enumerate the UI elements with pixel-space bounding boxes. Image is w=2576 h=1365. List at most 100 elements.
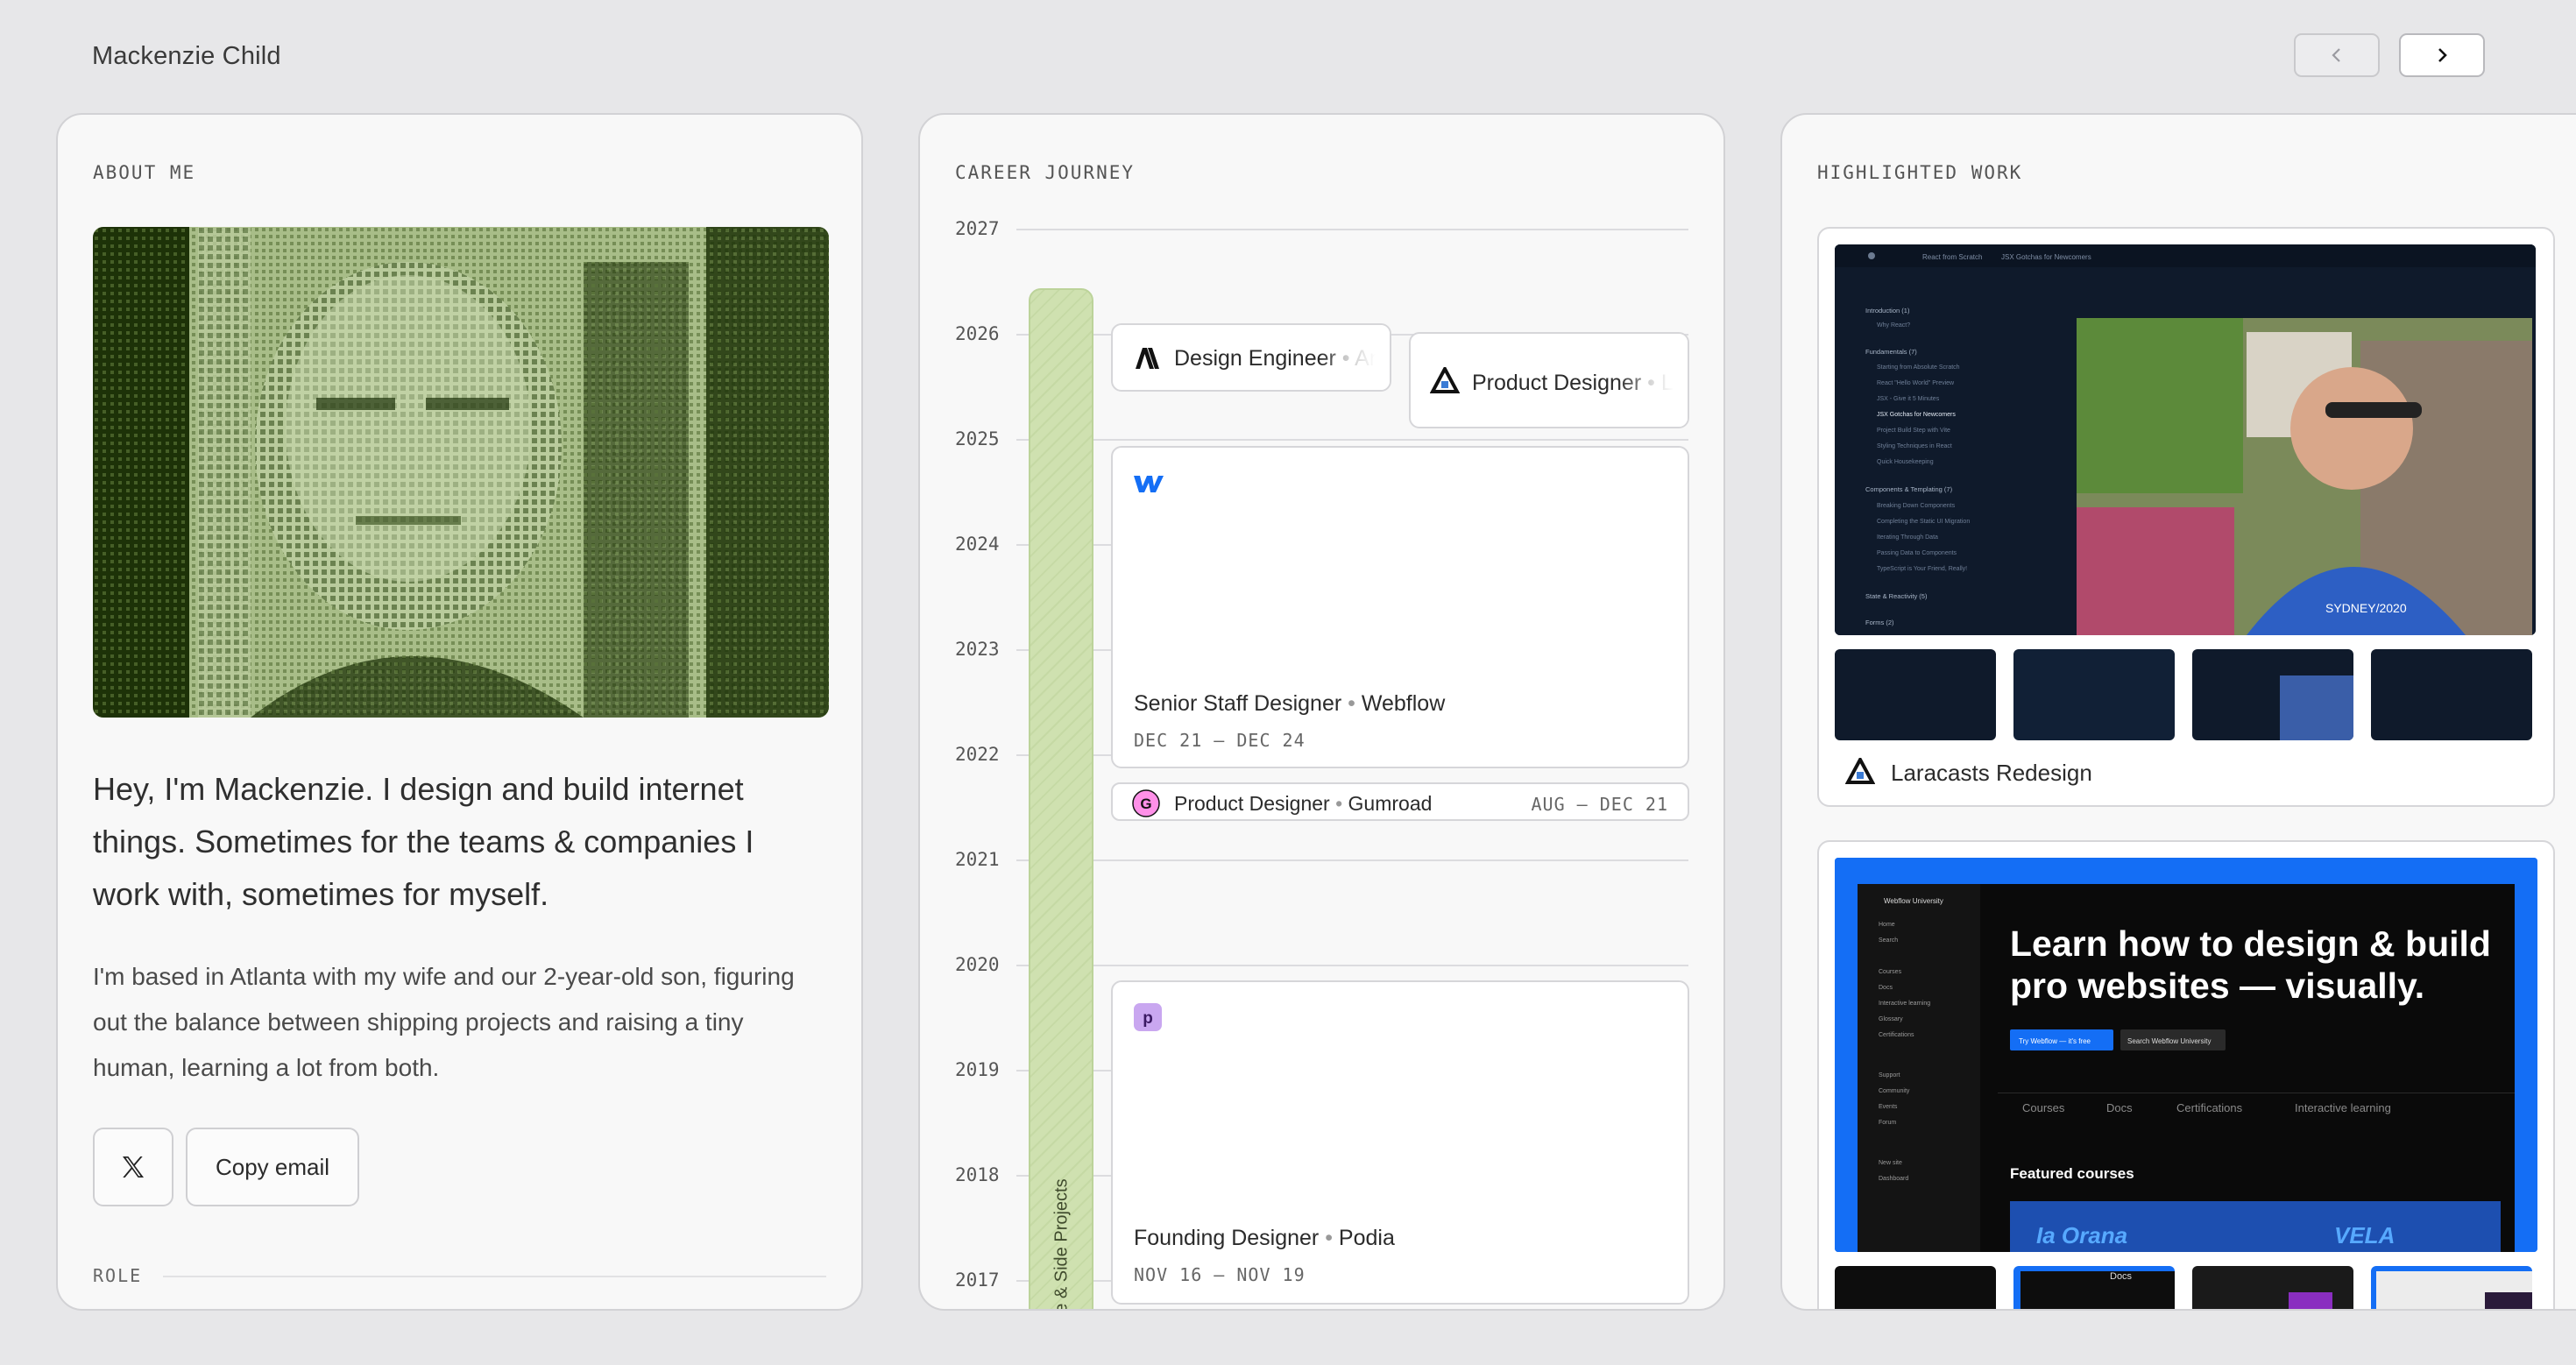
job-podia[interactable]: p Founding Designer • Podia NOV 16 — NOV… bbox=[1111, 980, 1689, 1305]
thumbnail[interactable]: Docs bbox=[2013, 1266, 2175, 1309]
career-title: CAREER JOURNEY bbox=[955, 162, 1136, 183]
job-gumroad[interactable]: G Product Designer • Gumroad AUG — DEC 2… bbox=[1111, 782, 1689, 821]
webflow-tab: Certifications bbox=[2176, 1101, 2243, 1114]
work-title: HIGHLIGHTED WORK bbox=[1817, 162, 2023, 183]
prev-button[interactable] bbox=[2294, 33, 2380, 77]
webflow-nav: Home bbox=[1879, 922, 1895, 928]
thumbnail[interactable] bbox=[2192, 649, 2353, 740]
webflow-nav: Support bbox=[1879, 1072, 1900, 1079]
year-label: 2025 bbox=[955, 428, 1000, 449]
laracasts-lesson: Styling Techniques in React bbox=[1877, 443, 1952, 449]
laracasts-lesson: JSX Gotchas for Newcomers bbox=[1877, 412, 1956, 418]
webflow-headline-1: Learn how to design & build bbox=[2010, 923, 2491, 964]
laracasts-lesson: Breaking Down Components bbox=[1877, 503, 1956, 509]
job-laracasts[interactable]: Product Designer • Laracasts bbox=[1409, 332, 1689, 428]
laracasts-logo-icon bbox=[1845, 758, 1875, 784]
laracasts-section: Components & Templating (7) bbox=[1865, 485, 1953, 493]
laracasts-breadcrumb-1: React from Scratch bbox=[1922, 253, 1982, 261]
chevron-left-icon bbox=[2332, 48, 2340, 62]
webflow-nav: Interactive learning bbox=[1879, 1001, 1930, 1007]
laracasts-logo-icon bbox=[1430, 367, 1460, 393]
webflow-featured: Featured courses bbox=[2010, 1165, 2134, 1182]
intro-text: Hey, I'm Mackenzie. I design and build i… bbox=[93, 771, 754, 912]
webflow-cta-primary: Try Webflow — it's free bbox=[2019, 1037, 2091, 1045]
laracasts-lesson: Iterating Through Data bbox=[1877, 534, 1938, 541]
year-label: 2020 bbox=[955, 954, 1000, 975]
webflow-course-2: VELA bbox=[2334, 1222, 2395, 1248]
webflow-tab: Interactive learning bbox=[2295, 1101, 2391, 1114]
podia-logo-icon: p bbox=[1134, 1003, 1162, 1031]
webflow-nav: Events bbox=[1879, 1104, 1898, 1110]
thumbnail[interactable] bbox=[2371, 1266, 2532, 1309]
year-label: 2026 bbox=[955, 323, 1000, 344]
webflow-tab: Docs bbox=[2106, 1101, 2133, 1114]
webflow-nav: New site bbox=[1879, 1160, 1902, 1166]
about-card: ABOUT ME Hey, I'm Mackenzie. I design an… bbox=[56, 113, 863, 1311]
webflow-nav: Search bbox=[1879, 937, 1898, 944]
job-title: Product Designer • Gumroad bbox=[1174, 792, 1433, 815]
webflow-cta-secondary: Search Webflow University bbox=[2127, 1037, 2211, 1045]
job-title: Senior Staff Designer • Webflow bbox=[1134, 691, 1446, 716]
job-dates: DEC 21 — DEC 24 bbox=[1134, 730, 1306, 751]
role-label: ROLE bbox=[93, 1265, 143, 1286]
laracasts-section: Fundamentals (7) bbox=[1865, 348, 1917, 356]
shirt-text: SYDNEY/2020 bbox=[2325, 601, 2407, 615]
career-card: CAREER JOURNEY 2027 2026 2025 2024 2023 2022 2… bbox=[918, 113, 1725, 1311]
thumbnail[interactable] bbox=[2371, 649, 2532, 740]
work-item-webflow[interactable]: Webflow University Home Search Courses D… bbox=[1817, 840, 2555, 1309]
thumbnail[interactable] bbox=[1835, 649, 1996, 740]
year-label: 2023 bbox=[955, 639, 1000, 660]
year-label: 2018 bbox=[955, 1164, 1000, 1185]
year-gridline bbox=[1016, 229, 1688, 230]
thumbnail-label: Docs bbox=[2110, 1271, 2133, 1282]
webflow-screenshot: Webflow University Home Search Courses D… bbox=[1835, 858, 2537, 1252]
svg-text:p: p bbox=[1143, 1009, 1153, 1028]
webflow-headline-2: pro websites — visually. bbox=[2010, 965, 2424, 1006]
work-card: HIGHLIGHTED WORK React from Scratch JSX … bbox=[1780, 113, 2576, 1311]
laracasts-lesson: TypeScript is Your Friend, Really! bbox=[1877, 566, 1967, 572]
year-label: 2019 bbox=[955, 1059, 1000, 1080]
year-gridline bbox=[1016, 859, 1688, 861]
laracasts-breadcrumb-2: JSX Gotchas for Newcomers bbox=[2001, 253, 2091, 261]
webflow-nav: Dashboard bbox=[1879, 1176, 1908, 1182]
laracasts-section: Forms (2) bbox=[1865, 619, 1894, 626]
webflow-brand: Webflow University bbox=[1884, 897, 1943, 905]
laracasts-lesson: JSX - Give it 5 Minutes bbox=[1877, 396, 1940, 402]
work-label: Laracasts Redesign bbox=[1891, 760, 2092, 786]
chevron-right-icon bbox=[2438, 48, 2447, 62]
anthropic-logo-icon bbox=[1136, 348, 1159, 369]
laracasts-lesson: Why React? bbox=[1877, 322, 1910, 329]
freelance-label: Freelance & Side Projects bbox=[1051, 1178, 1072, 1311]
next-button[interactable] bbox=[2399, 33, 2485, 77]
portrait-image bbox=[93, 227, 829, 718]
site-name[interactable]: Mackenzie Child bbox=[92, 42, 281, 71]
laracasts-screenshot: React from Scratch JSX Gotchas for Newco… bbox=[1835, 244, 2536, 635]
divider bbox=[163, 1276, 826, 1277]
laracasts-lesson: React "Hello World" Preview bbox=[1877, 380, 1955, 386]
laracasts-lesson: Starting from Absolute Scratch bbox=[1877, 364, 1960, 371]
page: Mackenzie Child ABOUT ME Hey, I'm Macken… bbox=[0, 0, 2576, 1365]
year-label: 2024 bbox=[955, 534, 1000, 555]
gumroad-logo-icon: G bbox=[1132, 789, 1160, 817]
job-anthropic[interactable]: Design Engineer • Anthropic bbox=[1111, 323, 1391, 392]
job-dates: NOV 16 — NOV 19 bbox=[1134, 1264, 1306, 1285]
webflow-nav: Glossary bbox=[1879, 1016, 1903, 1022]
webflow-course-1: Ia Orana bbox=[2036, 1222, 2127, 1248]
copy-email-button[interactable]: Copy email bbox=[186, 1128, 359, 1206]
thumbnail[interactable] bbox=[1835, 1266, 1996, 1309]
laracasts-lesson: Completing the Static UI Migration bbox=[1877, 519, 1970, 525]
laracasts-lesson: Passing Data to Components bbox=[1877, 550, 1957, 556]
thumbnail[interactable] bbox=[2013, 649, 2175, 740]
webflow-nav: Community bbox=[1879, 1088, 1910, 1094]
year-label: 2027 bbox=[955, 218, 1000, 239]
webflow-logo-icon bbox=[1134, 476, 1164, 492]
x-profile-button[interactable] bbox=[93, 1128, 173, 1206]
laracasts-section: State & Reactivity (5) bbox=[1865, 592, 1928, 600]
bio-text: I'm based in Atlanta with my wife and ou… bbox=[93, 963, 795, 1081]
work-item-laracasts[interactable]: React from Scratch JSX Gotchas for Newco… bbox=[1817, 227, 2555, 807]
job-title: Founding Designer • Podia bbox=[1134, 1226, 1395, 1250]
job-webflow[interactable]: Senior Staff Designer • Webflow DEC 21 —… bbox=[1111, 446, 1689, 768]
freelance-bar[interactable] bbox=[1029, 288, 1093, 1309]
thumbnail[interactable] bbox=[2192, 1266, 2353, 1309]
job-dates: AUG — DEC 21 bbox=[1531, 794, 1668, 815]
